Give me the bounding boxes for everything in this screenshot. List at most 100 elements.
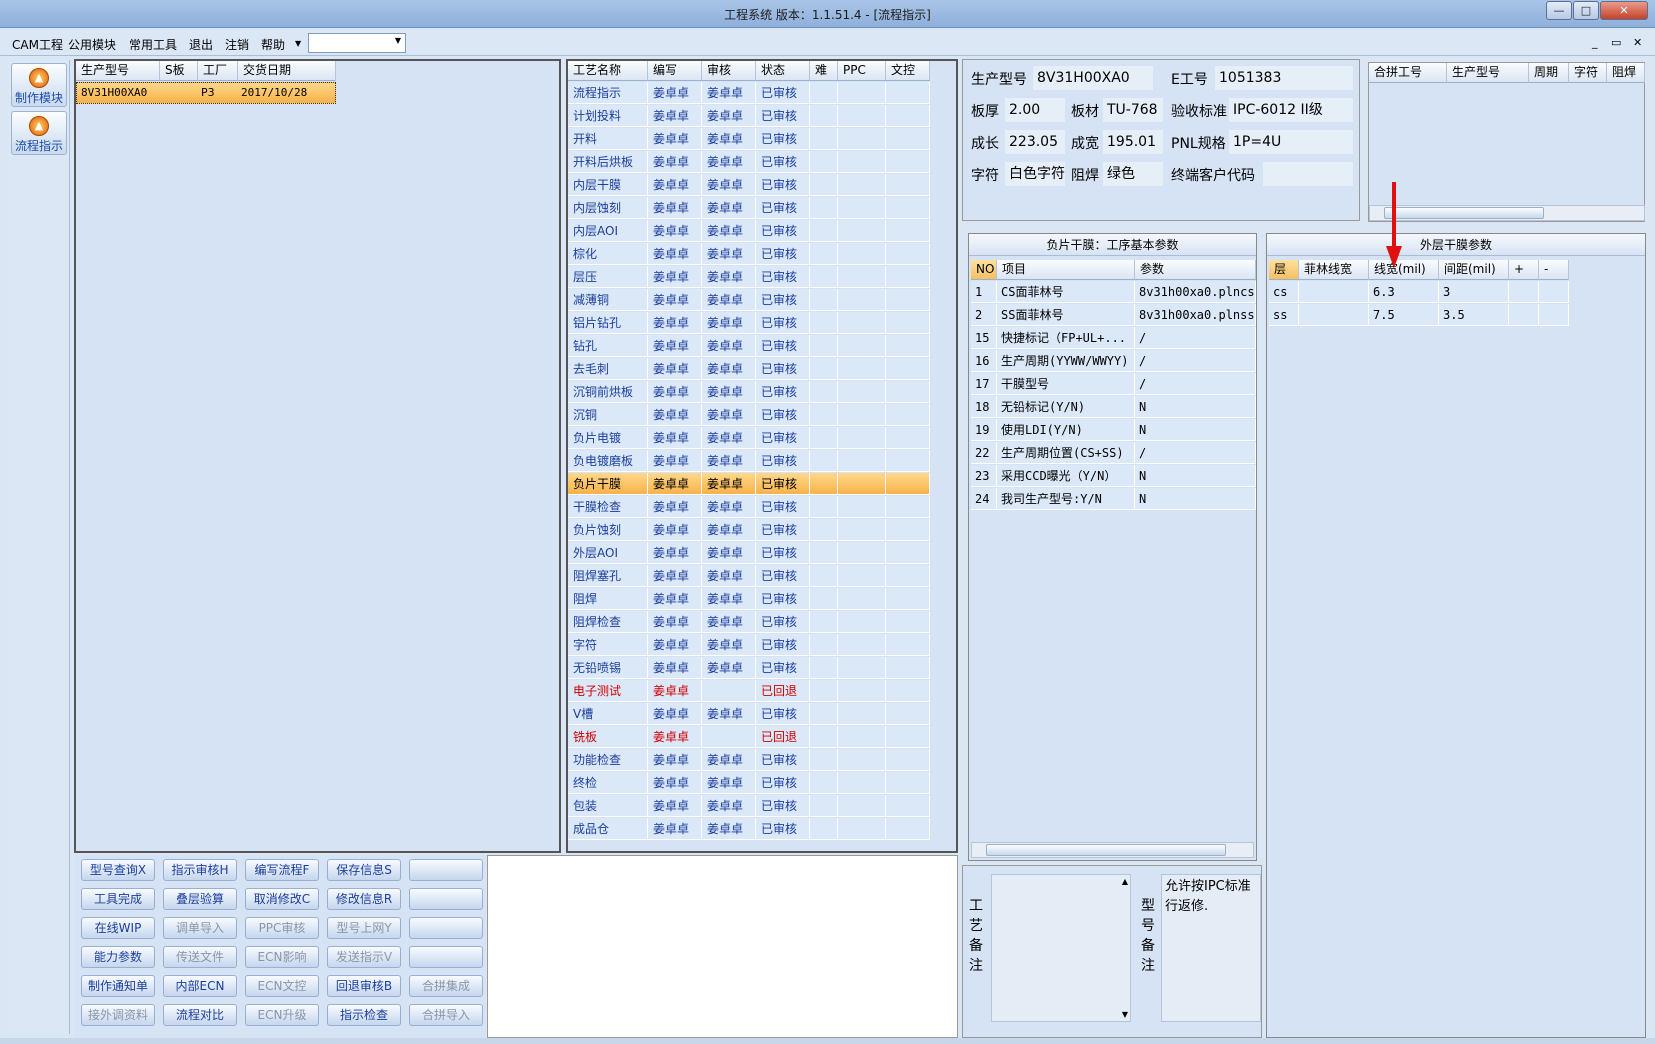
col-status[interactable]: 状态: [756, 61, 810, 81]
action-button[interactable]: 内部ECN: [163, 975, 237, 997]
menu-help[interactable]: 帮助: [261, 36, 285, 53]
process-row[interactable]: 铝片钻孔 姜卓卓 姜卓卓 已审核: [568, 312, 930, 335]
col-doc-control[interactable]: 文控: [886, 61, 930, 81]
process-row[interactable]: 去毛刺 姜卓卓 姜卓卓 已审核: [568, 358, 930, 381]
process-row[interactable]: 层压 姜卓卓 姜卓卓 已审核: [568, 266, 930, 289]
col-delivery[interactable]: 交货日期: [238, 61, 336, 81]
action-button[interactable]: 型号上网Y: [327, 917, 401, 939]
col-no[interactable]: NO: [971, 260, 997, 280]
action-button[interactable]: 编写流程F: [245, 859, 319, 881]
process-row[interactable]: 减薄铜 姜卓卓 姜卓卓 已审核: [568, 289, 930, 312]
col-minus[interactable]: -: [1539, 260, 1569, 280]
mdi-minimize-button[interactable]: _: [1592, 36, 1598, 49]
process-row[interactable]: 负片蚀刻 姜卓卓 姜卓卓 已审核: [568, 519, 930, 542]
menu-cam[interactable]: CAM工程: [12, 36, 63, 53]
col-difficulty[interactable]: 难: [810, 61, 838, 81]
process-row[interactable]: 沉铜前烘板 姜卓卓 姜卓卓 已审核: [568, 381, 930, 404]
make-module-button[interactable]: ▲ 制作模块: [11, 63, 67, 107]
action-button[interactable]: [409, 946, 483, 968]
action-button[interactable]: 指示检查: [327, 1004, 401, 1026]
col-reviewer[interactable]: 审核: [702, 61, 756, 81]
model-note-field[interactable]: 允许按IPC标准行返修.: [1161, 874, 1261, 1022]
col-process-name[interactable]: 工艺名称: [568, 61, 648, 81]
scroll-up-icon[interactable]: ▲: [1122, 877, 1128, 886]
col-model[interactable]: 生产型号: [76, 61, 160, 81]
col-layer[interactable]: 层: [1269, 260, 1299, 280]
process-row[interactable]: 外层AOI 姜卓卓 姜卓卓 已审核: [568, 542, 930, 565]
action-button[interactable]: ECN升级: [245, 1004, 319, 1026]
chevron-down-icon[interactable]: ▼: [395, 36, 401, 45]
col-film-width[interactable]: 菲林线宽: [1299, 260, 1369, 280]
process-row[interactable]: 阻焊塞孔 姜卓卓 姜卓卓 已审核: [568, 565, 930, 588]
process-row[interactable]: 计划投料 姜卓卓 姜卓卓 已审核: [568, 105, 930, 128]
process-row[interactable]: 负片电镀 姜卓卓 姜卓卓 已审核: [568, 427, 930, 450]
close-button[interactable]: ✕: [1600, 1, 1648, 20]
process-row[interactable]: 开料后烘板 姜卓卓 姜卓卓 已审核: [568, 151, 930, 174]
order-row[interactable]: 8V31H00XA0 P3 2017/10/28: [76, 82, 336, 104]
action-button[interactable]: [409, 917, 483, 939]
action-button[interactable]: 流程对比: [163, 1004, 237, 1026]
process-row[interactable]: 棕化 姜卓卓 姜卓卓 已审核: [568, 243, 930, 266]
process-row[interactable]: 钻孔 姜卓卓 姜卓卓 已审核: [568, 335, 930, 358]
action-button[interactable]: ECN影响: [245, 946, 319, 968]
action-button[interactable]: 指示审核H: [163, 859, 237, 881]
process-row[interactable]: 干膜检查 姜卓卓 姜卓卓 已审核: [568, 496, 930, 519]
process-row[interactable]: 终检 姜卓卓 姜卓卓 已审核: [568, 772, 930, 795]
process-row[interactable]: 内层AOI 姜卓卓 姜卓卓 已审核: [568, 220, 930, 243]
col-spacing[interactable]: 间距(mil): [1439, 260, 1509, 280]
action-button[interactable]: 在线WIP: [81, 917, 155, 939]
process-row[interactable]: 电子测试 姜卓卓 已回退: [568, 680, 930, 703]
col-combine-period[interactable]: 周期: [1529, 63, 1569, 83]
process-row[interactable]: 包装 姜卓卓 姜卓卓 已审核: [568, 795, 930, 818]
mdi-close-button[interactable]: ✕: [1633, 36, 1642, 49]
action-button[interactable]: [409, 859, 483, 881]
col-combine-no[interactable]: 合拼工号: [1369, 63, 1447, 83]
scroll-down-icon[interactable]: ▼: [1122, 1010, 1128, 1019]
process-row[interactable]: 阻焊检查 姜卓卓 姜卓卓 已审核: [568, 611, 930, 634]
process-row[interactable]: 负电镀磨板 姜卓卓 姜卓卓 已审核: [568, 450, 930, 473]
process-row[interactable]: 功能检查 姜卓卓 姜卓卓 已审核: [568, 749, 930, 772]
process-row[interactable]: 成品仓 姜卓卓 姜卓卓 已审核: [568, 818, 930, 841]
process-row[interactable]: 流程指示 姜卓卓 姜卓卓 已审核: [568, 82, 930, 105]
basic-params-scrollbar[interactable]: [971, 842, 1254, 858]
flow-instruction-button[interactable]: ▲ 流程指示: [11, 111, 67, 155]
process-note-field[interactable]: ▲ ▼: [991, 874, 1131, 1022]
action-button[interactable]: 制作通知单: [81, 975, 155, 997]
action-button[interactable]: 合拼集成: [409, 975, 483, 997]
col-factory[interactable]: 工厂: [198, 61, 238, 81]
col-combine-model[interactable]: 生产型号: [1447, 63, 1529, 83]
process-row[interactable]: 内层干膜 姜卓卓 姜卓卓 已审核: [568, 174, 930, 197]
action-button[interactable]: ECN文控: [245, 975, 319, 997]
process-row[interactable]: 沉铜 姜卓卓 姜卓卓 已审核: [568, 404, 930, 427]
action-button[interactable]: 保存信息S: [327, 859, 401, 881]
minimize-button[interactable]: —: [1546, 1, 1572, 20]
action-button[interactable]: 叠层验算: [163, 888, 237, 910]
action-button[interactable]: 接外调资料: [81, 1004, 155, 1026]
menu-tools[interactable]: 常用工具: [129, 36, 177, 53]
col-param[interactable]: 参数: [1135, 260, 1256, 280]
action-button[interactable]: 合拼导入: [409, 1004, 483, 1026]
action-button[interactable]: 取消修改C: [245, 888, 319, 910]
scroll-thumb[interactable]: [986, 844, 1226, 856]
col-combine-mask[interactable]: 阻焊: [1607, 63, 1645, 83]
action-button[interactable]: 能力参数: [81, 946, 155, 968]
col-combine-char[interactable]: 字符: [1569, 63, 1607, 83]
col-item[interactable]: 项目: [997, 260, 1135, 280]
action-button[interactable]: 传送文件: [163, 946, 237, 968]
process-row[interactable]: 开料 姜卓卓 姜卓卓 已审核: [568, 128, 930, 151]
process-row[interactable]: 阻焊 姜卓卓 姜卓卓 已审核: [568, 588, 930, 611]
col-s-board[interactable]: S板: [160, 61, 198, 81]
col-writer[interactable]: 编写: [648, 61, 702, 81]
process-row[interactable]: 字符 姜卓卓 姜卓卓 已审核: [568, 634, 930, 657]
process-row[interactable]: 内层蚀刻 姜卓卓 姜卓卓 已审核: [568, 197, 930, 220]
action-button[interactable]: 型号查询X: [81, 859, 155, 881]
chevron-down-icon[interactable]: ▼: [295, 39, 301, 48]
col-ppc[interactable]: PPC: [838, 61, 886, 81]
action-button[interactable]: PPC审核: [245, 917, 319, 939]
mdi-restore-button[interactable]: ▭: [1611, 36, 1621, 49]
menu-exit[interactable]: 退出: [189, 36, 213, 53]
toolbar-combo[interactable]: ▼: [308, 33, 406, 53]
action-button[interactable]: 发送指示V: [327, 946, 401, 968]
process-row[interactable]: V槽 姜卓卓 姜卓卓 已审核: [568, 703, 930, 726]
col-plus[interactable]: +: [1509, 260, 1539, 280]
